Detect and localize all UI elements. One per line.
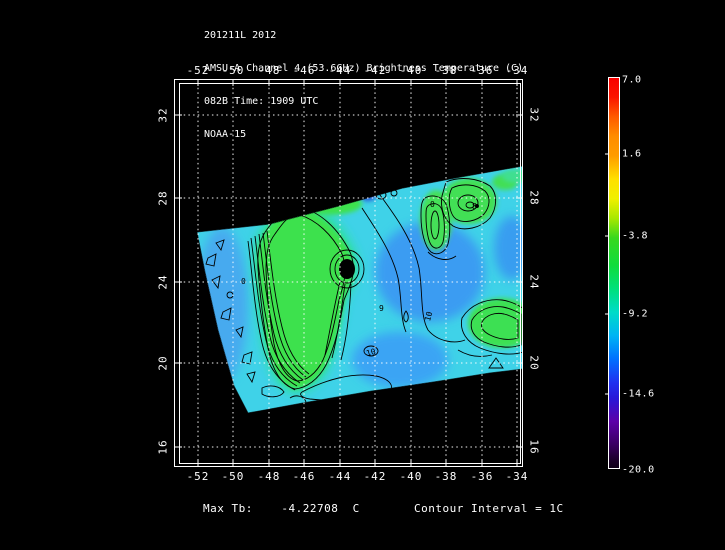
x-tick-bottom: -40 [399,470,423,483]
contour-interval-text: Contour Interval = 1C [414,502,564,515]
x-tick-bottom: -36 [470,470,494,483]
x-tick-top: -40 [399,64,423,77]
x-tick-bottom: -34 [505,470,529,483]
colorbar-gradient [608,77,620,469]
x-tick-bottom: -50 [221,470,245,483]
y-tick-right: 28 [527,190,541,206]
plot-canvas: 201211L 2012 AMSU-A Channel 4 (53.6GHz) … [0,0,725,550]
x-tick-bottom: -44 [328,470,352,483]
colorbar-tick-label: -9.2 [622,308,649,320]
colorbar-tick-label: -3.8 [622,230,649,242]
cool-region-blob [352,332,448,388]
contour-label: 9 [379,304,384,313]
y-tick-right: 20 [527,355,541,371]
x-tick-bottom: -38 [434,470,458,483]
y-tick-right: 16 [527,439,541,455]
y-tick-left: 32 [156,107,170,123]
x-tick-bottom: -48 [257,470,281,483]
x-tick-top: -44 [328,64,352,77]
map-swath [197,166,523,413]
max-tb-text: Max Tb: -4.22708 C [203,502,360,515]
colorbar-tick-label: 7.0 [622,74,642,86]
contour-label: 0 [430,200,435,209]
cool-region-blob [360,191,376,201]
x-tick-top: -50 [221,64,245,77]
x-tick-top: -48 [257,64,281,77]
contour-label: 8 [472,202,477,211]
cool-region-blob [197,227,248,383]
colorbar-tick-label: -20.0 [622,464,655,476]
y-tick-right: 24 [527,274,541,290]
x-tick-bottom: -46 [292,470,316,483]
x-tick-top: -36 [470,64,494,77]
x-tick-top: -38 [434,64,458,77]
y-tick-left: 20 [156,355,170,371]
x-tick-bottom: -52 [186,470,210,483]
map-figure: 0 8 9 10 10 0 [174,77,620,469]
y-tick-left: 16 [156,439,170,455]
warm-region-right [468,298,523,348]
y-tick-left: 24 [156,274,170,290]
x-tick-top: -46 [292,64,316,77]
x-tick-top: -42 [363,64,387,77]
x-tick-bottom: -42 [363,470,387,483]
colorbar [605,77,620,469]
colorbar-tick-label: 1.6 [622,148,642,160]
cool-region-blob [494,216,523,280]
y-tick-left: 28 [156,190,170,206]
colorbar-tick-label: -14.6 [622,388,655,400]
x-tick-top: -52 [186,64,210,77]
contour-label: 0 [241,277,246,286]
y-tick-right: 32 [527,107,541,123]
x-tick-top: -34 [505,64,529,77]
warm-region-corner [502,169,523,183]
warm-region-tongue [298,193,362,215]
